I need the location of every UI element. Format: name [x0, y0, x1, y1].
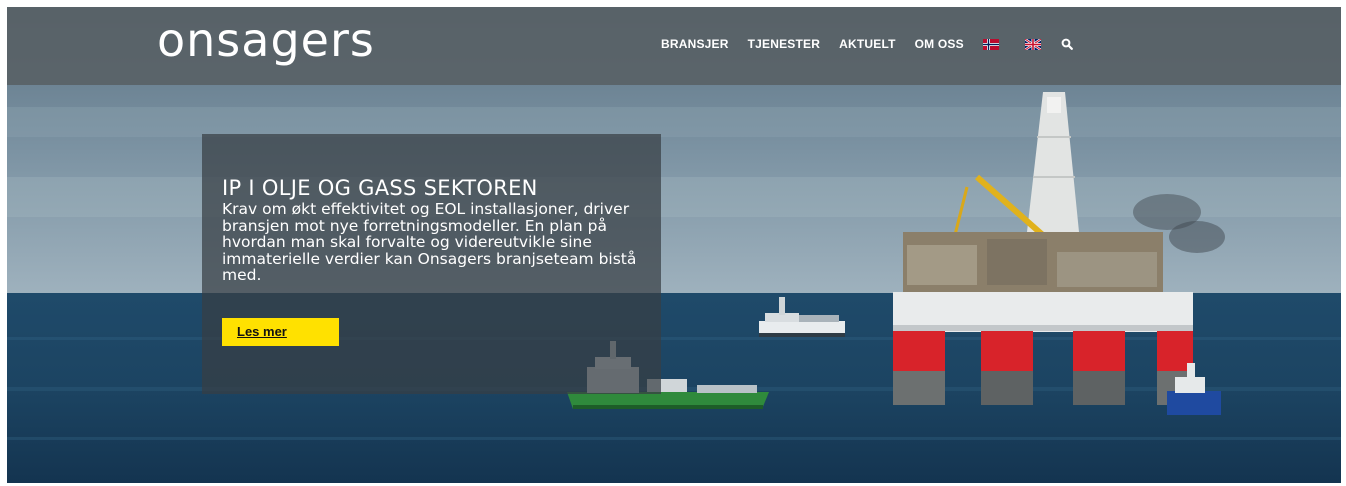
hero-headline: IP I OLJE OG GASS SEKTOREN: [222, 176, 538, 200]
page: onsagers BRANSJER TJENESTER AKTUELT OM O…: [0, 0, 1346, 486]
hero-body-text: Krav om økt effektivitet og EOL installa…: [222, 200, 637, 284]
onsagers-logo[interactable]: onsagers: [157, 13, 375, 67]
norwegian-flag-icon[interactable]: [982, 38, 999, 50]
les-mer-label[interactable]: Les mer: [237, 324, 287, 339]
hero-textbox: IP I OLJE OG GASS SEKTOREN Krav om økt e…: [202, 134, 661, 394]
uk-flag-icon[interactable]: [1024, 38, 1041, 50]
main-nav: BRANSJER TJENESTER AKTUELT OM OSS: [661, 37, 1073, 51]
les-mer-button[interactable]: Les mer: [222, 318, 339, 346]
search-icon[interactable]: [1061, 38, 1073, 50]
site-header: onsagers BRANSJER TJENESTER AKTUELT OM O…: [7, 7, 1341, 85]
nav-item-bransjer[interactable]: BRANSJER: [661, 37, 729, 51]
nav-item-tjenester[interactable]: TJENESTER: [748, 37, 820, 51]
hero-banner: onsagers BRANSJER TJENESTER AKTUELT OM O…: [7, 7, 1341, 483]
nav-item-aktuelt[interactable]: AKTUELT: [839, 37, 896, 51]
nav-item-om-oss[interactable]: OM OSS: [915, 37, 964, 51]
